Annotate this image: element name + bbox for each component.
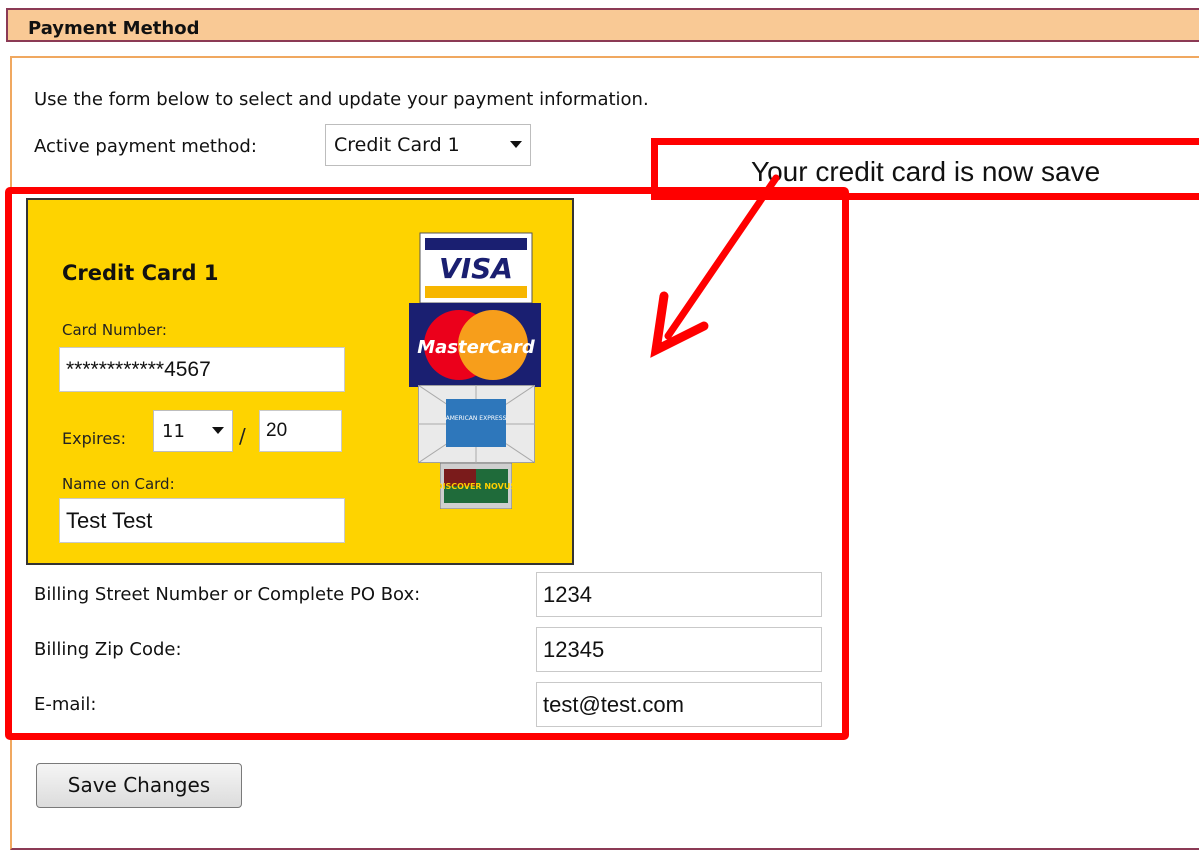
chevron-down-icon [212, 427, 224, 434]
mastercard-logo-text: MasterCard [417, 337, 536, 358]
billing-street-value: 1234 [543, 581, 592, 607]
callout-text: Your credit card is now save [751, 156, 1101, 187]
card-title: Credit Card 1 [62, 261, 219, 285]
active-method-select[interactable]: Credit Card 1 [325, 124, 531, 166]
expires-year-value: 20 [266, 420, 288, 441]
expires-separator: / [239, 424, 246, 448]
amex-icon: AMERICAN EXPRESS [418, 385, 535, 463]
billing-zip-value: 12345 [543, 636, 605, 662]
billing-zip-field[interactable]: 12345 [536, 627, 822, 672]
billing-zip-label: Billing Zip Code: [34, 639, 182, 660]
card-number-label: Card Number: [62, 321, 167, 339]
chevron-down-icon [510, 141, 522, 148]
visa-logo-text: VISA [439, 252, 513, 285]
expires-month-value: 11 [162, 420, 185, 442]
name-on-card-value: Test Test [66, 507, 153, 533]
visa-icon: VISA [419, 232, 533, 304]
expires-year-field[interactable]: 20 [259, 410, 342, 452]
card-number-field[interactable]: ************4567 [59, 347, 345, 392]
billing-street-label: Billing Street Number or Complete PO Box… [34, 584, 421, 605]
billing-street-field[interactable]: 1234 [536, 572, 822, 617]
mastercard-icon: MasterCard [409, 303, 541, 387]
payment-method-header: Payment Method [6, 8, 1199, 42]
active-method-label: Active payment method: [34, 136, 257, 157]
header-title: Payment Method [28, 18, 200, 39]
save-changes-button[interactable]: Save Changes [36, 763, 242, 808]
active-method-value: Credit Card 1 [334, 134, 460, 156]
email-value: test@test.com [543, 691, 684, 717]
email-field[interactable]: test@test.com [536, 682, 822, 727]
email-label: E-mail: [34, 694, 97, 715]
card-number-value: ************4567 [66, 357, 211, 381]
name-on-card-field[interactable]: Test Test [59, 498, 345, 543]
discover-logo-text: DISCOVER NOVUS [440, 482, 512, 491]
amex-logo-text: AMERICAN EXPRESS [446, 415, 507, 422]
intro-text: Use the form below to select and update … [34, 89, 649, 110]
expires-label: Expires: [62, 429, 126, 448]
expires-month-select[interactable]: 11 [153, 410, 233, 452]
discover-icon: DISCOVER NOVUS [440, 463, 512, 509]
name-on-card-label: Name on Card: [62, 475, 175, 493]
